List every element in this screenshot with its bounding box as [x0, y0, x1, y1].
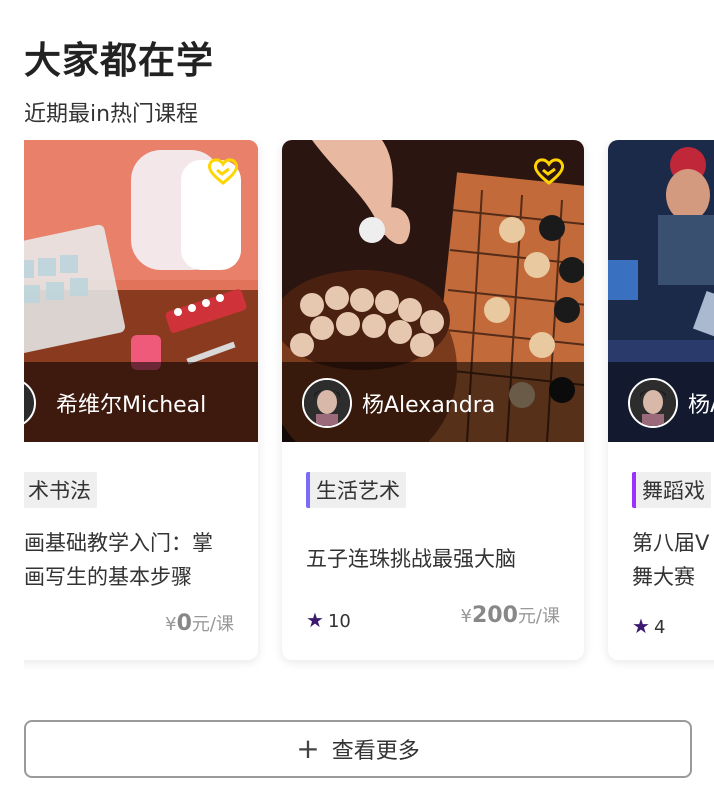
author-name[interactable]: 希维尔Micheal [56, 387, 206, 419]
section-title: 大家都在学 [24, 39, 214, 82]
course-rating: ★ 10 [306, 608, 351, 632]
price-unit: 元/课 [191, 614, 234, 635]
author-name[interactable]: 杨Alexandra [362, 387, 495, 419]
course-price: ¥200元/课 [461, 602, 560, 628]
course-title-line1[interactable]: 第八届V [632, 526, 714, 560]
category-tag: 术书法 [24, 472, 97, 508]
star-icon: ★ [306, 608, 324, 632]
view-more-button[interactable]: + 查看更多 [24, 720, 692, 778]
course-title-line1[interactable]: 画基础教学入门：掌 [24, 526, 258, 560]
category-tag: 舞蹈戏 [632, 472, 711, 508]
category-tag: 生活艺术 [306, 472, 406, 508]
price-symbol: ¥ [165, 614, 177, 635]
price-value: 200 [471, 603, 518, 628]
price-symbol: ¥ [460, 606, 472, 627]
course-title-line2[interactable]: 舞大赛 [632, 560, 714, 594]
price-value: 0 [176, 611, 192, 636]
course-title[interactable]: 五子连珠挑战最强大脑 [306, 542, 566, 576]
view-more-label: 查看更多 [331, 739, 420, 764]
avatar[interactable] [628, 378, 678, 428]
section-subtitle: 近期最in热门课程 [24, 102, 199, 127]
heart-outline-icon[interactable] [206, 156, 240, 186]
avatar[interactable] [302, 378, 352, 428]
page: 大家都在学 近期最in热门课程 希维尔Micheal 术书法 画基础教学入门：掌… [0, 0, 714, 800]
course-card[interactable]: 杨Alexandra 生活艺术 五子连珠挑战最强大脑 ★ 10 ¥200元/课 [282, 140, 584, 660]
rating-value: 10 [327, 611, 351, 632]
author-name[interactable]: 杨A [688, 387, 714, 419]
heart-outline-icon[interactable] [532, 156, 566, 186]
rating-value: 4 [653, 617, 666, 638]
course-price: ¥0元/课 [165, 610, 234, 636]
course-title-line2[interactable]: 画写生的基本步骤 [24, 560, 258, 594]
course-card[interactable]: 希维尔Micheal 术书法 画基础教学入门：掌 画写生的基本步骤 ¥0元/课 [24, 140, 258, 660]
star-icon: ★ [632, 614, 650, 638]
course-carousel[interactable]: 希维尔Micheal 术书法 画基础教学入门：掌 画写生的基本步骤 ¥0元/课 [24, 140, 714, 680]
plus-icon: + [296, 732, 320, 765]
course-card[interactable]: 杨A 舞蹈戏 第八届V 舞大赛 ★4 [608, 140, 714, 660]
price-unit: 元/课 [517, 606, 560, 627]
course-rating: ★ 4 [632, 614, 665, 638]
